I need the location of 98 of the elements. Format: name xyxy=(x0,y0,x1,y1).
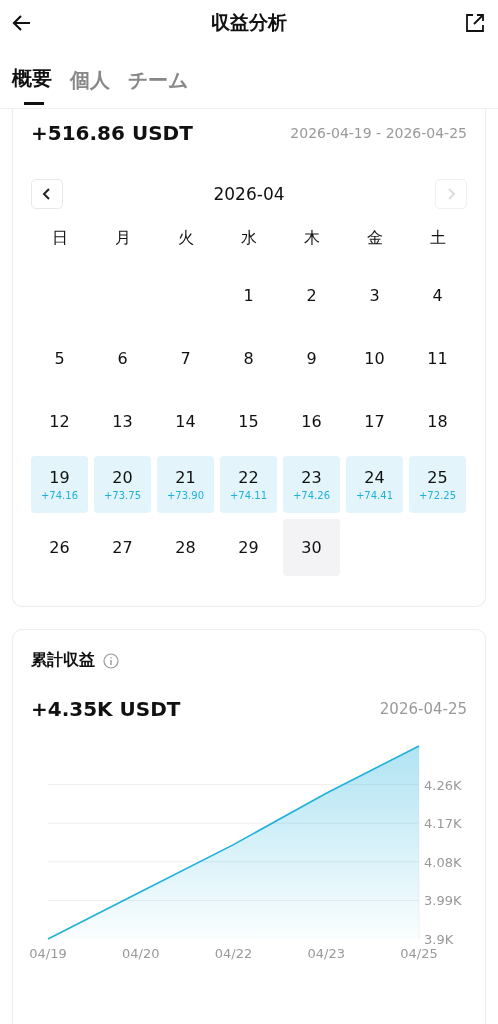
day-number: 2 xyxy=(306,286,317,305)
tab[interactable]: 個人 xyxy=(70,64,110,108)
daily-earning: +74.16 xyxy=(41,490,78,501)
day-number: 16 xyxy=(301,412,322,431)
day-number: 22 xyxy=(238,468,259,487)
calendar-day[interactable]: 6 xyxy=(94,330,151,387)
y-axis-label: 3.99K xyxy=(424,893,462,909)
day-number: 18 xyxy=(427,412,448,431)
day-number: 12 xyxy=(49,412,70,431)
calendar-day[interactable]: 5 xyxy=(31,330,88,387)
day-number: 7 xyxy=(180,349,191,368)
daily-earning: +74.26 xyxy=(293,490,330,501)
calendar-day[interactable]: 17 xyxy=(346,393,403,450)
day-number: 26 xyxy=(49,538,70,557)
weekday-label: 日 xyxy=(50,227,69,249)
weekly-earnings: +516.86 USDT xyxy=(31,121,193,145)
calendar-day[interactable]: 11 xyxy=(409,330,466,387)
daily-earning: +74.41 xyxy=(356,490,393,501)
day-number: 4 xyxy=(432,286,443,305)
day-number: 8 xyxy=(243,349,254,368)
day-number: 24 xyxy=(364,468,385,487)
y-axis-label: 4.08K xyxy=(424,854,462,870)
x-axis-label: 04/19 xyxy=(29,946,67,961)
weekday-label: 火 xyxy=(176,227,195,249)
day-number: 13 xyxy=(112,412,133,431)
calendar-day[interactable]: 20 +73.75 xyxy=(94,456,151,513)
day-number: 23 xyxy=(301,468,322,487)
previous-month-button[interactable] xyxy=(31,179,63,209)
calendar-day[interactable]: 21 +73.90 xyxy=(157,456,214,513)
month-label: 2026-04 xyxy=(213,184,285,204)
page-title: 収益分析 xyxy=(211,10,287,35)
cumulative-earnings: +4.35K USDT xyxy=(31,697,181,721)
day-number: 10 xyxy=(364,349,385,368)
day-number: 27 xyxy=(112,538,133,557)
section-title: 累計収益 xyxy=(31,650,95,671)
daily-earning: +73.75 xyxy=(104,490,141,501)
calendar-day[interactable]: 19 +74.16 xyxy=(31,456,88,513)
calendar-day[interactable]: 28 xyxy=(157,519,214,576)
calendar-day[interactable]: 3 xyxy=(346,267,403,324)
day-number: 3 xyxy=(369,286,380,305)
day-number: 5 xyxy=(54,349,65,368)
day-number: 6 xyxy=(117,349,128,368)
day-number: 11 xyxy=(427,349,448,368)
day-number: 30 xyxy=(301,538,322,557)
day-number: 15 xyxy=(238,412,259,431)
calendar-day[interactable]: 16 xyxy=(283,393,340,450)
day-number: 28 xyxy=(175,538,196,557)
weekday-label: 木 xyxy=(302,227,321,249)
daily-earning: +72.25 xyxy=(419,490,456,501)
chevron-left-icon xyxy=(42,188,52,200)
day-number: 20 xyxy=(112,468,133,487)
day-number: 19 xyxy=(49,468,70,487)
calendar-day[interactable]: 25 +72.25 xyxy=(409,456,466,513)
calendar-day[interactable]: 26 xyxy=(31,519,88,576)
daily-earning: +74.11 xyxy=(230,490,267,501)
calendar-day[interactable]: 10 xyxy=(346,330,403,387)
day-number: 14 xyxy=(175,412,196,431)
date: 2026-04-25 xyxy=(379,700,467,718)
calendar-day[interactable]: 13 xyxy=(94,393,151,450)
calendar-day[interactable]: 22 +74.11 xyxy=(220,456,277,513)
calendar-day[interactable]: 4 xyxy=(409,267,466,324)
x-axis-label: 04/20 xyxy=(122,946,160,961)
day-number: 17 xyxy=(364,412,385,431)
calendar-day[interactable]: 7 xyxy=(157,330,214,387)
weekday-label: 月 xyxy=(113,227,132,249)
calendar-day[interactable]: 12 xyxy=(31,393,88,450)
weekday-label: 土 xyxy=(428,227,447,249)
y-axis-label: 4.26K xyxy=(424,777,462,793)
calendar-day[interactable]: 14 xyxy=(157,393,214,450)
calendar-day[interactable]: 9 xyxy=(283,330,340,387)
x-axis-label: 04/25 xyxy=(400,946,438,961)
day-number: 29 xyxy=(238,538,259,557)
daily-earning: +73.90 xyxy=(167,490,204,501)
calendar-day[interactable]: 18 xyxy=(409,393,466,450)
y-axis-label: 3.9K xyxy=(424,932,454,947)
calendar-day[interactable]: 24 +74.41 xyxy=(346,456,403,513)
calendar-day[interactable]: 1 xyxy=(220,267,277,324)
x-axis-label: 04/22 xyxy=(214,946,253,961)
day-number: 21 xyxy=(175,468,196,487)
date-range: 2026-04-19 - 2026-04-25 xyxy=(290,125,467,141)
calendar-day[interactable]: 30 xyxy=(283,519,340,576)
calendar-day[interactable]: 15 xyxy=(220,393,277,450)
x-axis-label: 04/23 xyxy=(307,946,345,961)
calendar-day[interactable]: 8 xyxy=(220,330,277,387)
y-axis-label: 4.17K xyxy=(424,816,462,832)
chevron-right-icon xyxy=(446,188,456,200)
info-icon[interactable] xyxy=(103,652,119,669)
weekday-label: 金 xyxy=(365,227,384,249)
day-number: 9 xyxy=(306,349,317,368)
share-icon[interactable] xyxy=(464,12,486,34)
calendar-day[interactable]: 27 xyxy=(94,519,151,576)
weekday-label: 水 xyxy=(239,227,258,249)
tab[interactable]: チーム xyxy=(128,64,188,108)
day-number: 25 xyxy=(427,468,448,487)
calendar-day[interactable]: 23 +74.26 xyxy=(283,456,340,513)
calendar-day[interactable]: 2 xyxy=(283,267,340,324)
day-number: 1 xyxy=(243,286,254,305)
calendar-day[interactable]: 29 xyxy=(220,519,277,576)
